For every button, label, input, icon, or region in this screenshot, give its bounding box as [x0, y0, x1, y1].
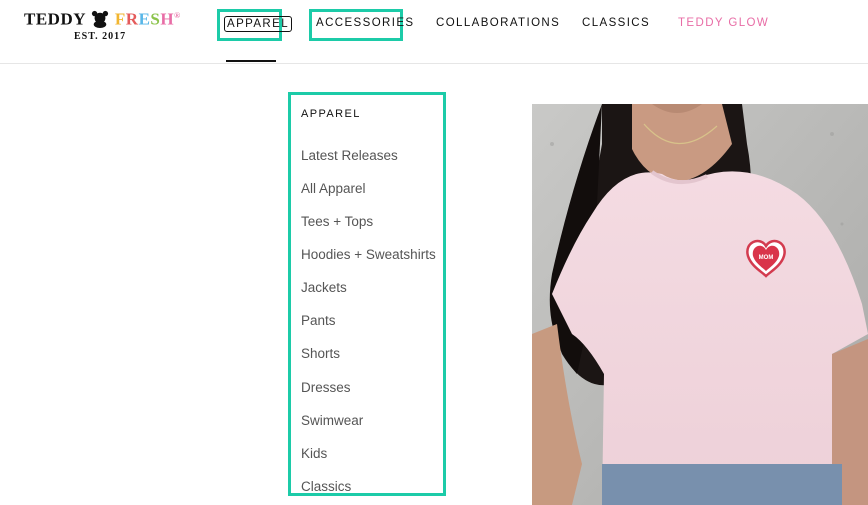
site-header: TEDDY FRESH® EST. 2017 APPAREL ACCESSORI…	[0, 0, 868, 64]
menu-item-kids[interactable]: Kids	[301, 446, 327, 461]
menu-item-hoodies-sweatshirts[interactable]: Hoodies + Sweatshirts	[301, 247, 436, 262]
logo-fresh-letter: E	[138, 9, 151, 29]
apparel-dropdown-menu: APPAREL Latest Releases All Apparel Tees…	[288, 92, 446, 496]
menu-item-latest-releases[interactable]: Latest Releases	[301, 148, 398, 163]
teddy-bear-icon	[92, 10, 109, 28]
logo-fresh-text: FRESH	[115, 10, 174, 29]
menu-item-tees-tops[interactable]: Tees + Tops	[301, 214, 373, 229]
logo-fresh-letter: R	[125, 9, 139, 29]
nav-item-accessories[interactable]: ACCESSORIES	[316, 17, 414, 29]
logo-fresh-letter: F	[114, 9, 126, 29]
nav-item-collaborations[interactable]: COLLABORATIONS	[436, 17, 560, 29]
logo-est-text: EST. 2017	[74, 30, 127, 42]
registered-mark: ®	[174, 11, 181, 20]
menu-item-swimwear[interactable]: Swimwear	[301, 413, 363, 428]
brand-logo[interactable]: TEDDY FRESH® EST. 2017	[24, 6, 180, 42]
logo-fresh-letter: H	[160, 9, 175, 29]
model-photo-illustration: MOM	[532, 104, 868, 505]
active-nav-underline	[226, 60, 276, 62]
menu-item-shorts[interactable]: Shorts	[301, 346, 340, 361]
logo-fresh-letter: S	[150, 9, 161, 29]
nav-item-classics[interactable]: CLASSICS	[582, 17, 650, 29]
menu-item-all-apparel[interactable]: All Apparel	[301, 181, 366, 196]
mom-patch-text: MOM	[759, 255, 774, 261]
menu-item-classics[interactable]: Classics	[301, 479, 351, 494]
menu-item-dresses[interactable]: Dresses	[301, 380, 351, 395]
menu-item-pants[interactable]: Pants	[301, 313, 336, 328]
logo-teddy-text: TEDDY	[24, 9, 86, 29]
nav-item-apparel[interactable]: APPAREL	[224, 16, 292, 32]
nav-item-teddy-glow[interactable]: TEDDY GLOW	[678, 17, 769, 29]
menu-item-jackets[interactable]: Jackets	[301, 280, 347, 295]
featured-product-image[interactable]: MOM	[532, 104, 868, 505]
dropdown-title: APPAREL	[301, 108, 361, 120]
